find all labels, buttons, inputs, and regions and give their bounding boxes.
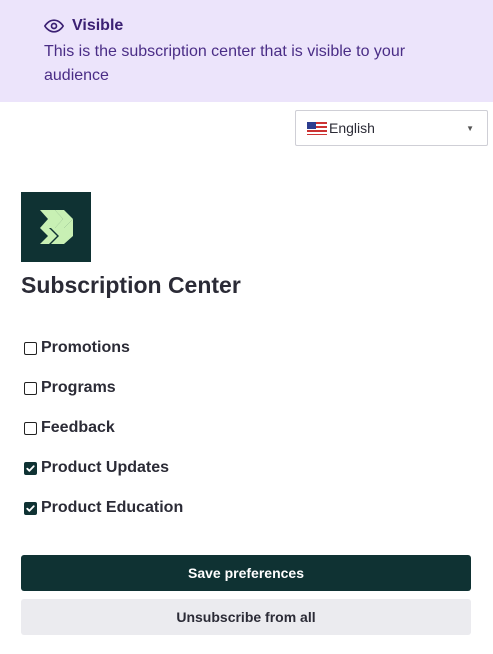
option-label: Product Updates	[41, 459, 170, 476]
visibility-banner: Visible This is the subscription center …	[0, 0, 493, 102]
option-checkbox[interactable]	[24, 381, 37, 395]
option-product-updates[interactable]: Product Updates	[24, 456, 183, 480]
banner-header: Visible	[44, 16, 449, 36]
option-checkbox[interactable]	[24, 421, 37, 435]
eye-icon	[44, 19, 64, 33]
option-label: Product Education	[41, 499, 184, 516]
dropdown-arrow-icon: ▼	[466, 124, 474, 133]
banner-title: Visible	[72, 17, 124, 34]
option-label: Programs	[41, 379, 116, 396]
option-product-education[interactable]: Product Education	[24, 496, 183, 520]
option-feedback[interactable]: Feedback	[24, 416, 183, 440]
option-programs[interactable]: Programs	[24, 376, 183, 400]
subscription-options: Promotions Programs Feedback Product Upd…	[24, 336, 183, 536]
brand-logo	[21, 192, 91, 262]
page-title: Subscription Center	[21, 272, 241, 298]
option-label: Feedback	[41, 419, 115, 436]
banner-text: This is the subscription center that is …	[44, 43, 406, 84]
language-selected: English	[329, 120, 375, 136]
checkmark-icon	[26, 504, 35, 512]
option-promotions[interactable]: Promotions	[24, 336, 183, 360]
language-select[interactable]: English ▼	[295, 110, 488, 146]
option-checkbox[interactable]	[24, 501, 37, 515]
option-checkbox[interactable]	[24, 461, 37, 475]
us-flag-icon	[307, 121, 327, 135]
save-preferences-button[interactable]: Save preferences	[21, 555, 471, 591]
option-checkbox[interactable]	[24, 341, 37, 355]
option-label: Promotions	[41, 339, 130, 356]
unsubscribe-all-button[interactable]: Unsubscribe from all	[21, 599, 471, 635]
checkmark-icon	[26, 464, 35, 472]
